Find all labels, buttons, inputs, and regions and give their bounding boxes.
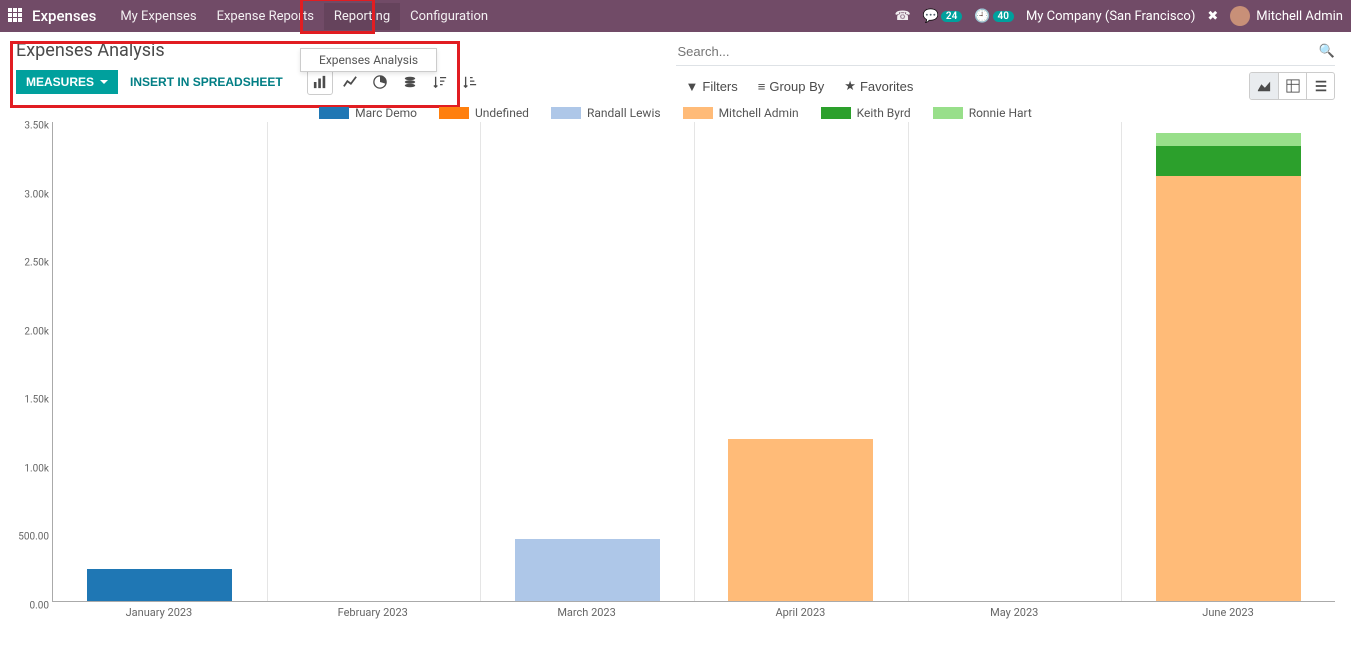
- legend-label: Marc Demo: [355, 106, 417, 120]
- activities-icon[interactable]: 🕘40: [974, 9, 1014, 24]
- legend-item[interactable]: Marc Demo: [319, 106, 417, 120]
- y-tick-label: 1.00k: [24, 463, 49, 474]
- legend-swatch: [439, 107, 469, 119]
- toolbar: MEASURES INSERT IN SPREADSHEET: [16, 69, 676, 95]
- user-name: Mitchell Admin: [1256, 9, 1343, 24]
- discuss-icon[interactable]: 💬24: [923, 9, 963, 24]
- pivot-view-button[interactable]: [1278, 73, 1306, 99]
- legend-swatch: [683, 107, 713, 119]
- y-tick-label: 2.50k: [24, 258, 49, 269]
- y-tick-label: 500.00: [18, 532, 49, 543]
- y-tick-label: 2.00k: [24, 326, 49, 337]
- y-tick-label: 3.50k: [24, 121, 49, 132]
- chart-plot-area: 0.00500.001.00k1.50k2.00k2.50k3.00k3.50k: [52, 122, 1335, 602]
- legend-label: Mitchell Admin: [719, 106, 799, 120]
- group-icon: ≡: [758, 79, 766, 94]
- chart-container: Marc Demo Undefined Randall Lewis Mitchell …: [0, 100, 1351, 629]
- filters-button[interactable]: ▼Filters: [676, 75, 748, 98]
- x-tick-label: February 2023: [266, 602, 480, 619]
- bar-segment[interactable]: [728, 439, 873, 601]
- favorites-button[interactable]: ★Favorites: [834, 74, 923, 98]
- legend-swatch: [933, 107, 963, 119]
- app-title[interactable]: Expenses: [32, 7, 96, 25]
- x-tick-label: January 2023: [52, 602, 266, 619]
- bar-segment[interactable]: [87, 569, 232, 601]
- mail-icon[interactable]: ☎: [894, 9, 910, 24]
- x-tick-label: March 2023: [480, 602, 694, 619]
- legend-label: Undefined: [475, 106, 529, 120]
- graph-view-button[interactable]: [1250, 73, 1278, 99]
- bar-segment[interactable]: [1156, 133, 1301, 145]
- view-switcher: [1249, 72, 1335, 100]
- search-input[interactable]: [676, 40, 1319, 63]
- control-panel: Expenses Analysis MEASURES INSERT IN SPR…: [0, 32, 1351, 100]
- user-menu[interactable]: Mitchell Admin: [1230, 6, 1343, 26]
- groupby-button[interactable]: ≡Group By: [748, 75, 835, 98]
- nav-expense-reports[interactable]: Expense Reports: [207, 3, 324, 30]
- nav-configuration[interactable]: Configuration: [400, 3, 498, 30]
- sort-asc-icon[interactable]: [457, 69, 483, 95]
- nav-reporting[interactable]: Reporting: [324, 3, 400, 30]
- pie-chart-icon[interactable]: [367, 69, 393, 95]
- bar-segment[interactable]: [1156, 176, 1301, 601]
- nav-my-expenses[interactable]: My Expenses: [110, 3, 206, 30]
- legend-item[interactable]: Ronnie Hart: [933, 106, 1032, 120]
- stacked-icon[interactable]: [397, 69, 423, 95]
- legend-item[interactable]: Keith Byrd: [821, 106, 911, 120]
- insert-spreadsheet-button[interactable]: INSERT IN SPREADSHEET: [122, 70, 291, 94]
- bar-segment[interactable]: [1156, 146, 1301, 176]
- x-tick-label: April 2023: [693, 602, 907, 619]
- legend-item[interactable]: Undefined: [439, 106, 529, 120]
- debug-icon[interactable]: ✖: [1207, 9, 1218, 24]
- search-icon[interactable]: 🔍: [1319, 44, 1335, 59]
- legend-label: Ronnie Hart: [969, 106, 1032, 120]
- company-selector[interactable]: My Company (San Francisco): [1026, 9, 1195, 24]
- star-icon: ★: [844, 78, 856, 94]
- sort-desc-icon[interactable]: [427, 69, 453, 95]
- filter-icon: ▼: [686, 79, 699, 94]
- x-tick-label: May 2023: [907, 602, 1121, 619]
- legend-swatch: [821, 107, 851, 119]
- legend-label: Randall Lewis: [587, 106, 661, 120]
- line-chart-icon[interactable]: [337, 69, 363, 95]
- bar-chart-icon[interactable]: [307, 69, 333, 95]
- legend-label: Keith Byrd: [857, 106, 911, 120]
- measures-button[interactable]: MEASURES: [16, 70, 118, 94]
- legend-item[interactable]: Randall Lewis: [551, 106, 661, 120]
- bar-segment[interactable]: [515, 539, 660, 601]
- chart-legend: Marc Demo Undefined Randall Lewis Mitchell …: [16, 100, 1335, 122]
- reporting-dropdown-hint[interactable]: Expenses Analysis: [300, 48, 437, 72]
- legend-swatch: [319, 107, 349, 119]
- y-tick-label: 0.00: [30, 601, 50, 612]
- list-view-button[interactable]: [1306, 73, 1334, 99]
- legend-item[interactable]: Mitchell Admin: [683, 106, 799, 120]
- x-tick-label: June 2023: [1121, 602, 1335, 619]
- y-tick-label: 3.00k: [24, 189, 49, 200]
- legend-swatch: [551, 107, 581, 119]
- avatar-icon: [1230, 6, 1250, 26]
- apps-icon[interactable]: [8, 8, 24, 24]
- y-tick-label: 1.50k: [24, 395, 49, 406]
- top-nav: Expenses My ExpensesExpense ReportsRepor…: [0, 0, 1351, 32]
